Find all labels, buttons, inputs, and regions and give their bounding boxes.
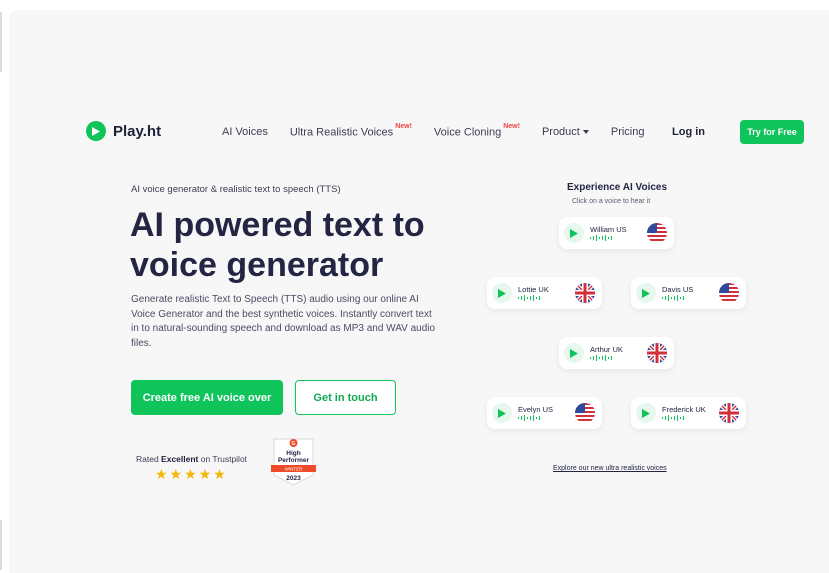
- waveform-icon: [590, 355, 612, 361]
- brand-name: Play.ht: [113, 122, 162, 140]
- voice-name: Arthur UK: [590, 345, 623, 354]
- nav-item-pricing[interactable]: Pricing: [611, 126, 645, 138]
- badge-season: WINTER: [285, 467, 303, 472]
- new-badge: New!: [395, 123, 412, 130]
- play-icon[interactable]: [492, 283, 512, 303]
- play-icon[interactable]: [564, 223, 584, 243]
- rating-prefix: Rated: [136, 454, 162, 464]
- voice-name: Davis US: [662, 285, 694, 294]
- us-flag-icon: [719, 283, 739, 303]
- nav-item-label: Ultra Realistic Voices: [289, 126, 394, 139]
- play-icon[interactable]: [636, 403, 656, 423]
- waveform-icon: [518, 415, 540, 421]
- badge-year: 2023: [286, 475, 301, 482]
- uk-flag-icon: [719, 403, 739, 423]
- waveform-icon: [662, 295, 684, 301]
- us-flag-icon: [575, 403, 595, 423]
- voices-panel-title: Experience AI Voices: [567, 182, 668, 193]
- hero-headline: AI powered text to voice generator: [130, 206, 425, 284]
- hero-description: Generate realistic Text to Speech (TTS) …: [131, 294, 436, 349]
- waveform-icon: [662, 415, 684, 421]
- explore-ultra-realistic-voices-link[interactable]: Explore our new ultra realistic voices: [553, 465, 667, 472]
- waveform-icon: [590, 235, 612, 241]
- voice-name: Evelyn US: [518, 405, 554, 414]
- try-for-free-button[interactable]: Try for Free: [740, 120, 804, 144]
- rating-word: Excellent: [161, 454, 199, 464]
- main-nav: AI Voices Ultra Realistic VoicesNew! Voi…: [222, 123, 666, 139]
- left-edge-marker: [0, 12, 2, 72]
- uk-flag-icon: [575, 283, 595, 303]
- nav-item-ultra-realistic-voices[interactable]: Ultra Realistic VoicesNew!: [289, 123, 412, 139]
- waveform-icon: [518, 295, 540, 301]
- play-logo-icon: [86, 121, 106, 141]
- voice-name: Frederick UK: [662, 405, 706, 414]
- nav-item-label: AI Voices: [222, 126, 268, 139]
- trustpilot-stars-icon: ★★★★★: [155, 466, 228, 482]
- trustpilot-rating-text[interactable]: Rated Excellent on Trustpilot: [136, 454, 247, 464]
- uk-flag-icon: [647, 343, 667, 363]
- nav-item-label: Product: [541, 126, 580, 139]
- voice-name: William US: [590, 225, 627, 234]
- voice-card-davis[interactable]: Davis US: [631, 277, 746, 309]
- us-flag-icon: [647, 223, 667, 243]
- voice-card-frederick[interactable]: Frederick UK: [631, 397, 746, 429]
- nav-item-ai-voices[interactable]: AI Voices: [222, 126, 268, 138]
- get-in-touch-button[interactable]: Get in touch: [295, 380, 396, 415]
- play-icon[interactable]: [636, 283, 656, 303]
- nav-item-voice-cloning[interactable]: Voice CloningNew!: [433, 123, 520, 139]
- voice-card-william[interactable]: William US: [559, 217, 674, 249]
- rating-suffix: on Trustpilot: [198, 454, 248, 464]
- g2-high-performer-badge-icon: G High Performer WINTER 2023: [271, 438, 316, 486]
- left-edge-marker: [0, 520, 2, 570]
- badge-line1: High: [286, 450, 300, 457]
- voice-name: Lottie UK: [518, 285, 549, 294]
- voice-card-evelyn[interactable]: Evelyn US: [487, 397, 602, 429]
- hero-eyebrow: AI voice generator & realistic text to s…: [131, 184, 341, 195]
- badge-line2: Performer: [278, 457, 310, 464]
- play-icon[interactable]: [492, 403, 512, 423]
- voice-card-lottie[interactable]: Lottie UK: [487, 277, 602, 309]
- voices-panel-subtitle: Click on a voice to hear it: [572, 198, 651, 205]
- brand-logo[interactable]: Play.ht: [86, 121, 161, 141]
- login-link[interactable]: Log in: [672, 126, 705, 138]
- voice-card-arthur[interactable]: Arthur UK: [559, 337, 674, 369]
- play-icon[interactable]: [564, 343, 584, 363]
- nav-item-product[interactable]: Product: [542, 126, 589, 138]
- chevron-down-icon: [582, 130, 589, 135]
- svg-text:G: G: [292, 441, 296, 447]
- new-badge: New!: [503, 123, 520, 130]
- nav-item-label: Pricing: [610, 126, 645, 139]
- nav-item-label: Voice Cloning: [433, 126, 502, 139]
- create-free-voice-over-button[interactable]: Create free AI voice over: [131, 380, 283, 415]
